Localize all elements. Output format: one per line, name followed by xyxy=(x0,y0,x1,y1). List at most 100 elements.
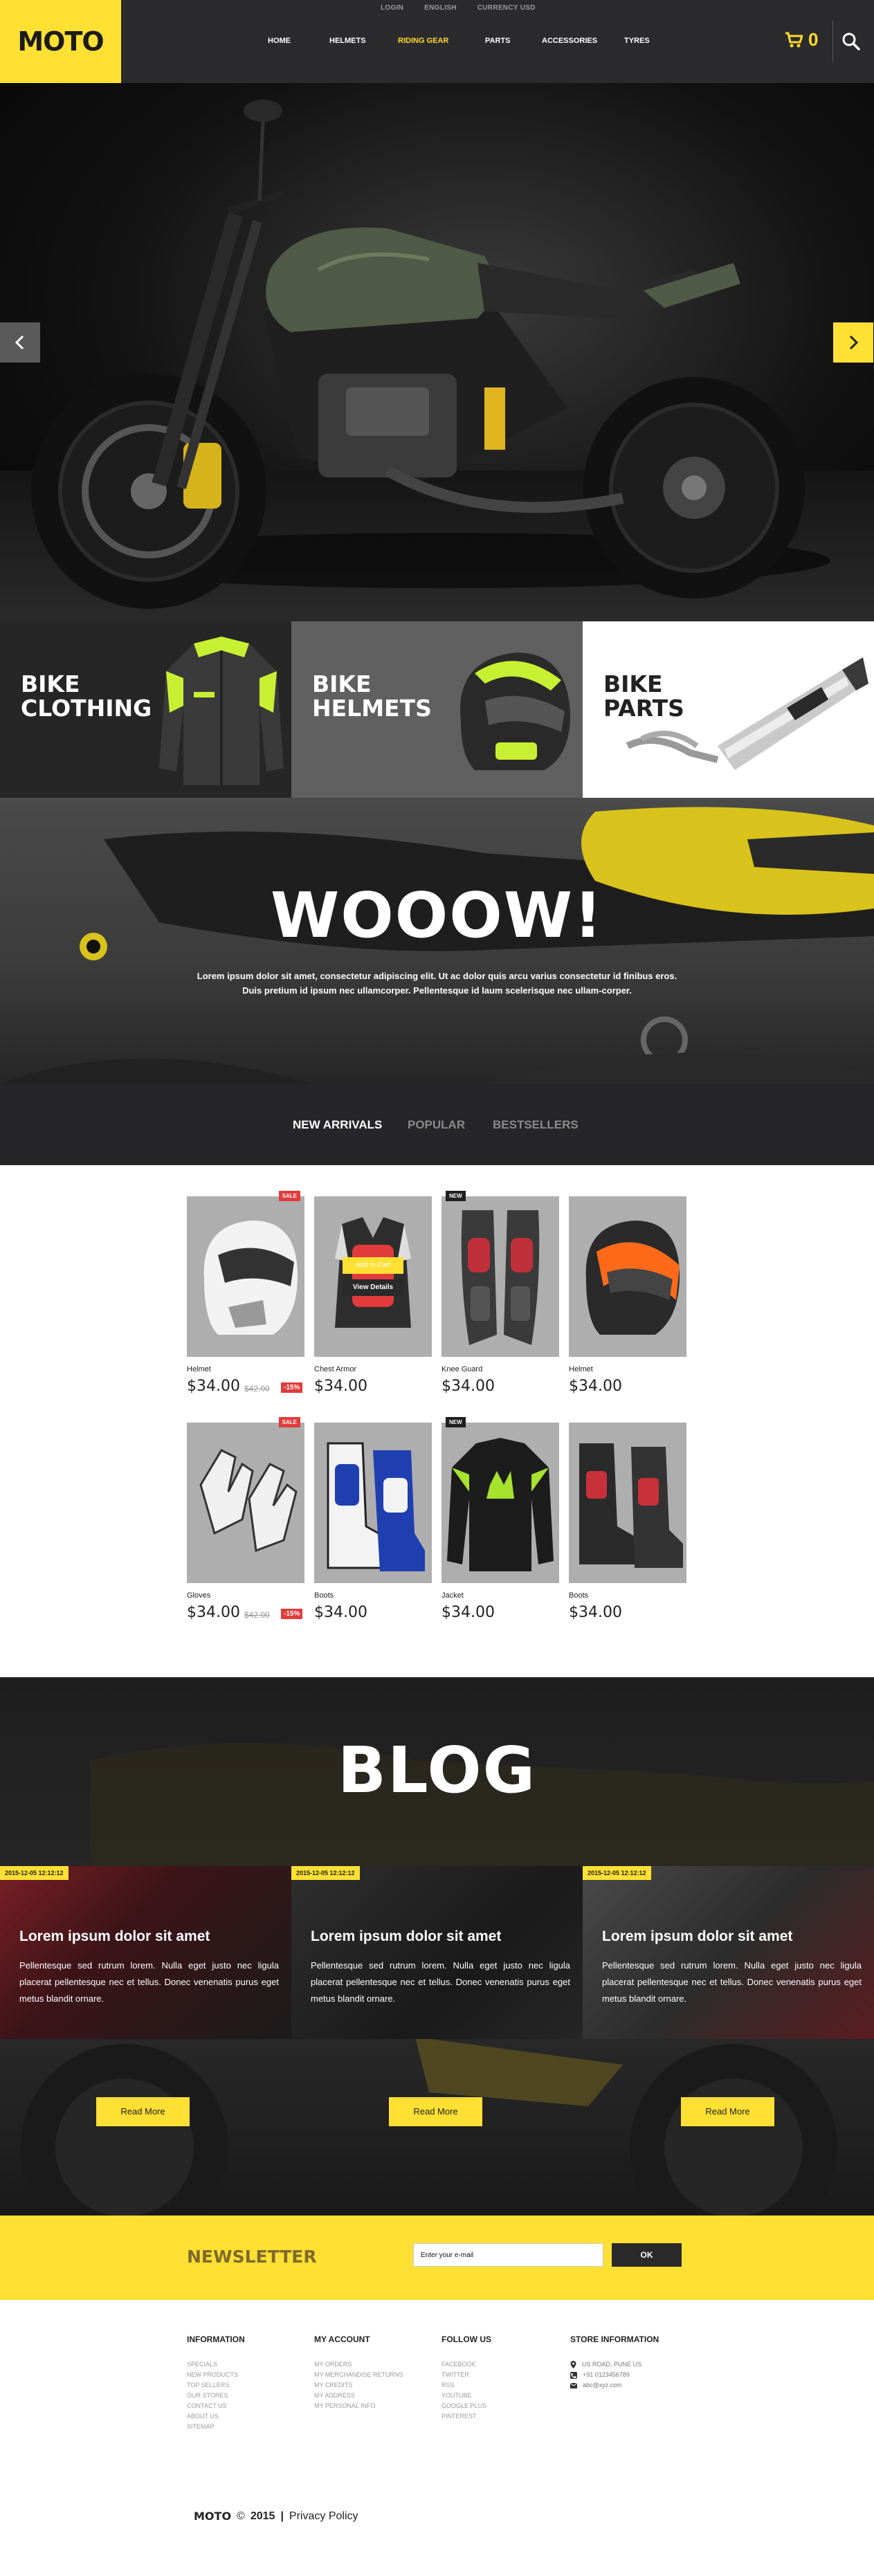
chevron-left-icon xyxy=(15,335,24,350)
read-more-button[interactable]: Read More xyxy=(96,2097,190,2126)
product-image[interactable] xyxy=(569,1196,686,1357)
footer-link[interactable]: MY MERCHANDISE RETURNS xyxy=(314,2370,439,2380)
footer-link[interactable]: OUR STORES xyxy=(187,2391,311,2401)
product-card[interactable]: SALE Gloves $34.00 $42.00 -15% xyxy=(187,1417,304,1623)
category-helmets-title: BIKE HELMETS xyxy=(312,672,432,720)
read-more-button[interactable]: Read More xyxy=(681,2097,774,2126)
footer-link[interactable]: SPECIALS xyxy=(187,2359,311,2370)
nav-parts[interactable]: PARTS xyxy=(485,37,510,45)
search-button[interactable] xyxy=(841,31,862,52)
footer-follow-title: FOLLOW US xyxy=(441,2335,491,2344)
blog-post-card[interactable]: 2015-12-05 12:12:12 Lorem ipsum dolor si… xyxy=(0,1866,291,2039)
product-card[interactable]: Boots $34.00 xyxy=(314,1423,432,1623)
category-helmets[interactable]: BIKE HELMETS xyxy=(291,621,583,798)
footer-information: INFORMATION SPECIALS NEW PRODUCTS TOP SE… xyxy=(187,2335,311,2432)
footer-link[interactable]: GOOGLE PLUS xyxy=(441,2401,566,2411)
footer-link[interactable]: FACEBOOK xyxy=(441,2359,566,2370)
product-image[interactable] xyxy=(314,1423,432,1583)
nav-riding-gear[interactable]: RIDING GEAR xyxy=(398,37,448,45)
sale-badge: SALE xyxy=(278,1417,300,1427)
footer-link[interactable]: NEW PRODUCTS xyxy=(187,2370,311,2380)
nav-home[interactable]: HOME xyxy=(268,37,291,45)
product-card[interactable]: NEW Knee Guard $34.00 xyxy=(441,1191,559,1397)
hero-prev-button[interactable] xyxy=(0,322,40,363)
blog-post-excerpt: Pellentesque sed rutrum lorem. Nulla ege… xyxy=(602,1960,862,2004)
product-card[interactable]: NEW Jacket $34.00 xyxy=(441,1417,559,1623)
product-name[interactable]: Helmet xyxy=(187,1365,211,1373)
promo-text: Lorem ipsum dolor sit amet, consectetur … xyxy=(197,971,677,996)
hero-next-button[interactable] xyxy=(833,322,873,363)
boots-image xyxy=(579,1443,683,1568)
product-image[interactable] xyxy=(187,1196,304,1357)
blog-post-title[interactable]: Lorem ipsum dolor sit amet xyxy=(602,1928,792,1945)
footer-link[interactable]: CONTACT US xyxy=(187,2401,311,2411)
currency-selector[interactable]: CURRENCY USD xyxy=(477,4,536,15)
helmet-image xyxy=(460,652,570,770)
footer-separator: | xyxy=(280,2510,284,2522)
login-link[interactable]: LOGIN xyxy=(381,4,403,15)
newsletter-submit-button[interactable]: OK xyxy=(612,2243,682,2267)
nav-accessories[interactable]: ACCESSORIES xyxy=(542,37,597,45)
category-clothing[interactable]: BIKE CLOTHING xyxy=(0,621,291,798)
product-name[interactable]: Knee Guard xyxy=(441,1365,482,1373)
product-name[interactable]: Chest Armor xyxy=(314,1365,356,1373)
tab-popular[interactable]: POPULAR xyxy=(408,1118,465,1132)
footer-link[interactable]: TOP SELLERS xyxy=(187,2380,311,2391)
exhaust-image xyxy=(626,657,868,770)
add-to-cart-button[interactable]: Add to Cart xyxy=(343,1257,403,1274)
blog-post-card[interactable]: 2015-12-05 12:12:12 Lorem ipsum dolor si… xyxy=(291,1866,583,2039)
motorcycle-image xyxy=(31,100,830,609)
newsletter-email-input[interactable] xyxy=(413,2243,603,2267)
product-image[interactable] xyxy=(441,1423,559,1583)
footer-link[interactable]: MY CREDITS xyxy=(314,2380,439,2391)
blog-post-card[interactable]: 2015-12-05 12:12:12 Lorem ipsum dolor si… xyxy=(583,1866,874,2039)
footer-link[interactable]: SITEMAP xyxy=(187,2422,311,2432)
footer-account-title: MY ACCOUNT xyxy=(314,2335,370,2344)
product-card[interactable]: Add to Cart View Details Chest Armor $34… xyxy=(314,1196,432,1397)
footer-link[interactable]: RSS xyxy=(441,2380,566,2391)
store-phone-text[interactable]: +91 0123456789 xyxy=(583,2370,630,2380)
knee-guard-image xyxy=(461,1210,540,1345)
product-image[interactable] xyxy=(569,1423,686,1583)
product-card[interactable]: SALE Helmet $34.00 $42.00 -15% xyxy=(187,1191,304,1397)
top-bar: LOGIN ENGLISH CURRENCY USD xyxy=(381,4,536,15)
product-image[interactable]: Add to Cart View Details xyxy=(314,1196,432,1357)
cart-button[interactable]: 0 xyxy=(785,29,818,51)
language-selector[interactable]: ENGLISH xyxy=(424,4,457,15)
view-details-button[interactable]: View Details xyxy=(343,1279,403,1296)
site-footer: INFORMATION SPECIALS NEW PRODUCTS TOP SE… xyxy=(0,2300,874,2576)
read-more-button[interactable]: Read More xyxy=(389,2097,482,2126)
product-name[interactable]: Helmet xyxy=(569,1365,593,1373)
nav-helmets[interactable]: HELMETS xyxy=(329,37,366,45)
tab-bestsellers[interactable]: BESTSELLERS xyxy=(493,1118,579,1132)
footer-link[interactable]: ABOUT US xyxy=(187,2411,311,2422)
tab-new-arrivals[interactable]: NEW ARRIVALS xyxy=(293,1118,382,1132)
footer-link[interactable]: PINTEREST xyxy=(441,2411,566,2422)
product-image[interactable] xyxy=(441,1196,559,1357)
site-logo[interactable]: MOTO xyxy=(0,0,121,83)
footer-link[interactable]: MY PERSONAL INFO xyxy=(314,2401,439,2411)
nav-tyres[interactable]: TYRES xyxy=(624,37,650,45)
product-name[interactable]: Gloves xyxy=(187,1591,210,1600)
product-name[interactable]: Boots xyxy=(314,1591,334,1600)
blog-post-title[interactable]: Lorem ipsum dolor sit amet xyxy=(311,1928,501,1945)
product-name[interactable]: Jacket xyxy=(441,1591,464,1600)
footer-link[interactable]: TWITTER xyxy=(441,2370,566,2380)
footer-link[interactable]: MY ADDRESS xyxy=(314,2391,439,2401)
promo-title: WOOOW! xyxy=(270,879,604,952)
product-name[interactable]: Boots xyxy=(569,1591,588,1600)
product-card[interactable]: Helmet $34.00 xyxy=(569,1196,686,1397)
category-helmets-line2: HELMETS xyxy=(312,695,432,722)
store-email-text[interactable]: abc@xyz.com xyxy=(583,2380,622,2391)
product-card[interactable]: Boots $34.00 xyxy=(569,1423,686,1623)
product-price: $34.00 xyxy=(187,1378,240,1395)
footer-link[interactable]: MY ORDERS xyxy=(314,2359,439,2370)
product-image[interactable] xyxy=(187,1423,304,1583)
category-parts[interactable]: BIKE PARTS xyxy=(583,621,874,798)
privacy-policy-link[interactable]: Privacy Policy xyxy=(289,2510,358,2523)
blog-post-title[interactable]: Lorem ipsum dolor sit amet xyxy=(19,1928,210,1945)
product-old-price: $42.00 xyxy=(244,1384,270,1394)
product-price: $34.00 xyxy=(441,1378,495,1395)
footer-link[interactable]: YOUTUBE xyxy=(441,2391,566,2401)
store-email: abc@xyz.com xyxy=(570,2380,709,2391)
